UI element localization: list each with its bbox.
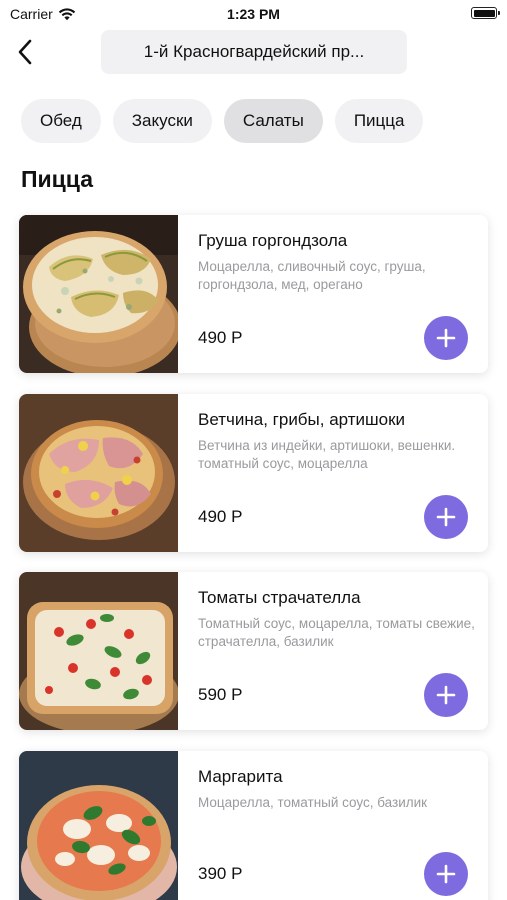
product-description: Ветчина из индейки, артишоки, вешенки. т… — [198, 438, 456, 471]
product-card[interactable]: Ветчина, грибы, артишоки Ветчина из инде… — [19, 394, 488, 552]
add-to-cart-button[interactable] — [424, 316, 468, 360]
category-tab-snacks[interactable]: Закуски — [112, 99, 212, 143]
product-photo — [19, 751, 178, 900]
product-name: Ветчина, грибы, артишоки — [198, 410, 406, 429]
delivery-address-selector[interactable]: 1-й Красногвардейский пр... — [101, 30, 407, 74]
product-photo — [19, 572, 178, 730]
product-card[interactable]: Томаты страчателла Томатный соус, моцаре… — [19, 572, 488, 730]
add-to-cart-button[interactable] — [424, 495, 468, 539]
category-tab-label: Салаты — [242, 111, 304, 130]
product-price: 390 Р — [198, 864, 243, 883]
add-to-cart-button[interactable] — [424, 852, 468, 896]
section-title: Пицца — [21, 166, 94, 192]
category-tab-label: Обед — [40, 111, 82, 130]
product-name: Груша горгондзола — [198, 231, 348, 250]
product-name: Томаты страчателла — [198, 588, 361, 607]
category-tab-label: Пицца — [353, 111, 405, 130]
plus-icon — [436, 685, 456, 705]
battery-icon — [471, 7, 500, 19]
back-button[interactable] — [12, 38, 38, 66]
category-tabs: Обед Закуски Салаты Пицца — [21, 99, 424, 143]
delivery-address-text: 1-й Красногвардейский пр... — [143, 42, 365, 61]
product-description: Томатный соус, моцарелла, томаты свежие,… — [198, 616, 475, 649]
product-photo — [19, 215, 178, 373]
chevron-left-icon — [18, 39, 32, 65]
add-to-cart-button[interactable] — [424, 673, 468, 717]
plus-icon — [436, 864, 456, 884]
category-tab-lunch[interactable]: Обед — [21, 99, 101, 143]
product-card[interactable]: Маргарита Моцарелла, томатный соус, бази… — [19, 751, 488, 900]
plus-icon — [436, 328, 456, 348]
category-tab-pizza[interactable]: Пицца — [334, 99, 424, 143]
product-description: Моцарелла, томатный соус, базилик — [198, 795, 428, 810]
product-price: 490 Р — [198, 507, 243, 526]
product-price: 590 Р — [198, 685, 243, 704]
product-name: Маргарита — [198, 767, 283, 786]
plus-icon — [436, 507, 456, 527]
product-description: Моцарелла, сливочный соус, груша, горгон… — [198, 259, 426, 292]
status-time: 1:23 PM — [227, 6, 280, 22]
status-bar: Carrier 1:23 PM — [0, 0, 507, 28]
product-price: 490 Р — [198, 328, 243, 347]
product-photo — [19, 394, 178, 552]
category-tab-label: Закуски — [131, 111, 193, 130]
category-tab-salads[interactable]: Салаты — [223, 99, 323, 143]
product-card[interactable]: Груша горгондзола Моцарелла, сливочный с… — [19, 215, 488, 373]
